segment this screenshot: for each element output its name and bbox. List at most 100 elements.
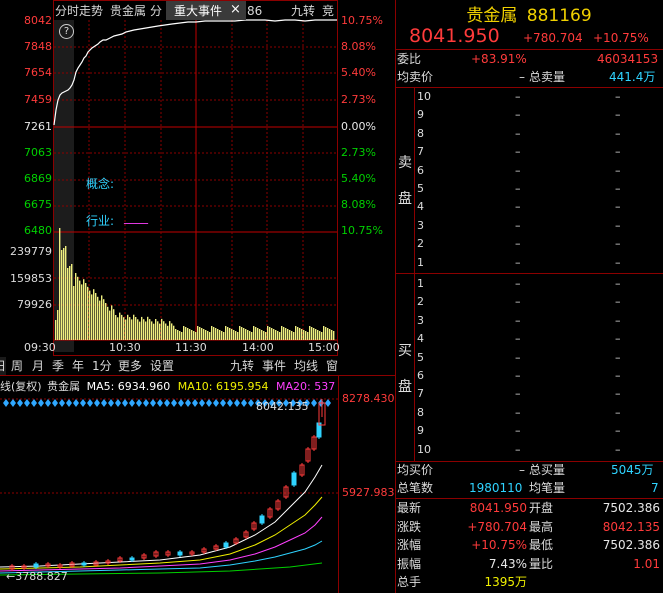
time-label: 11:30 (175, 341, 207, 354)
tab-jing[interactable]: 竞 (322, 2, 334, 20)
book-row[interactable]: 1 – – (415, 275, 663, 293)
avg-sell-value: – (519, 70, 525, 84)
tab-more[interactable]: 更多 (118, 357, 142, 375)
volume-bar (73, 286, 75, 340)
tab-year[interactable]: 年 (72, 357, 84, 375)
tab-events[interactable]: 事件 (262, 357, 286, 375)
stat-value: 1.01 (633, 556, 660, 571)
tab-1min[interactable]: 1分 (92, 357, 112, 375)
volume-bar (111, 305, 113, 340)
tab-week[interactable]: 周 (11, 357, 23, 375)
tab-ma[interactable]: 均线 (294, 357, 318, 375)
volume-bar (207, 331, 209, 340)
volume-bar (245, 329, 247, 340)
price-change-pct: +10.75% (593, 31, 649, 45)
volume-bar (217, 329, 219, 340)
volume-bar (91, 294, 93, 340)
tab-intraday[interactable]: 分时走势 (55, 2, 103, 20)
signal-marker (101, 399, 107, 407)
book-row[interactable]: 2 – – (415, 293, 663, 311)
book-row[interactable]: 7 – – (415, 143, 663, 161)
volume-bar (115, 315, 117, 340)
book-price: – (515, 332, 521, 346)
book-row[interactable]: 5 – – (415, 180, 663, 198)
book-row[interactable]: 10 – – (415, 441, 663, 459)
volume-bar (65, 246, 67, 340)
book-row[interactable]: 4 – – (415, 198, 663, 216)
volume-bar (329, 329, 331, 340)
volume-bar (77, 276, 79, 340)
pct-label: 2.73% (341, 146, 376, 159)
tab-season[interactable]: 季 (52, 357, 64, 375)
tab-settings[interactable]: 设置 (150, 357, 174, 375)
book-row[interactable]: 3 – – (415, 312, 663, 330)
tab-jiuzhuan[interactable]: 九转 (291, 2, 315, 20)
total-sell-value: 441.4万 (609, 70, 656, 84)
stats-row: 涨幅 +10.75% 最低 7502.386 (395, 536, 663, 554)
signal-marker (234, 399, 240, 407)
volume-bar (323, 326, 325, 340)
buy-side-label: 买 (398, 343, 412, 359)
stat-label: 量比 (529, 556, 554, 571)
tab-name[interactable]: 贵金属 (110, 2, 146, 20)
book-row[interactable]: 4 – – (415, 330, 663, 348)
total-buy-value: 5045万 (611, 463, 654, 477)
book-row[interactable]: 9 – – (415, 106, 663, 124)
volume-bar (269, 327, 271, 340)
volume-bar (133, 314, 135, 340)
tab-fen[interactable]: 分 (150, 2, 162, 20)
candle-body (129, 557, 135, 561)
book-row[interactable]: 1 – – (415, 254, 663, 272)
stat-value: 8041.950 (469, 501, 527, 515)
book-row[interactable]: 6 – – (415, 162, 663, 180)
tab-month[interactable]: 月 (32, 357, 44, 375)
signal-marker (59, 399, 65, 407)
tab-window[interactable]: 窗 (326, 357, 338, 375)
volume-bar (145, 321, 147, 340)
book-row[interactable]: 7 – – (415, 385, 663, 403)
signal-marker (150, 399, 156, 407)
volume-bar (313, 328, 315, 340)
volume-bar (223, 332, 225, 340)
signal-marker (10, 399, 16, 407)
book-row[interactable]: 8 – – (415, 125, 663, 143)
stats-row: 总手 1395万 (395, 573, 663, 591)
legend-prefix: 线(复权) (0, 380, 42, 393)
book-row[interactable]: 9 – – (415, 422, 663, 440)
close-icon[interactable]: × (230, 2, 241, 17)
volume-bar (71, 264, 73, 340)
volume-bar (155, 319, 157, 340)
tab-major-events-label: 重大事件 (174, 4, 223, 18)
volume-bar (123, 317, 125, 340)
book-level: 1 (417, 255, 424, 269)
volume-bar (103, 299, 105, 340)
signal-marker (325, 399, 331, 407)
book-row[interactable]: 2 – – (415, 235, 663, 253)
signal-marker (136, 399, 142, 407)
volume-bar (249, 331, 251, 340)
signal-marker (115, 399, 121, 407)
volume-bar (259, 329, 261, 340)
kline-peak-label: 8042.135 (256, 400, 309, 413)
book-row[interactable]: 6 – – (415, 367, 663, 385)
stat-value: 7502.386 (602, 538, 660, 552)
tab-jiuzhuan[interactable]: 九转 (230, 357, 254, 375)
volume-bar (83, 279, 85, 340)
tab-major-events[interactable]: 重大事件 × (166, 1, 246, 20)
volume-bar (177, 330, 179, 340)
volume-bar (107, 306, 109, 340)
volume-bar (189, 329, 191, 340)
book-row[interactable]: 3 – – (415, 217, 663, 235)
volume-bar (121, 314, 123, 340)
tab-day[interactable]: 日 (0, 357, 6, 375)
help-icon[interactable]: ? (59, 24, 74, 39)
volume-bar (97, 296, 99, 340)
book-row[interactable]: 8 – – (415, 404, 663, 422)
stat-label: 最新 (397, 501, 422, 515)
candle-body (291, 472, 297, 486)
book-row[interactable]: 10 – – (415, 88, 663, 106)
avg-buy-value: – (519, 463, 525, 477)
avg-sell-row: 均卖价 – 总卖量 441.4万 (395, 68, 663, 86)
book-row[interactable]: 5 – – (415, 349, 663, 367)
volume-bar (119, 312, 121, 340)
